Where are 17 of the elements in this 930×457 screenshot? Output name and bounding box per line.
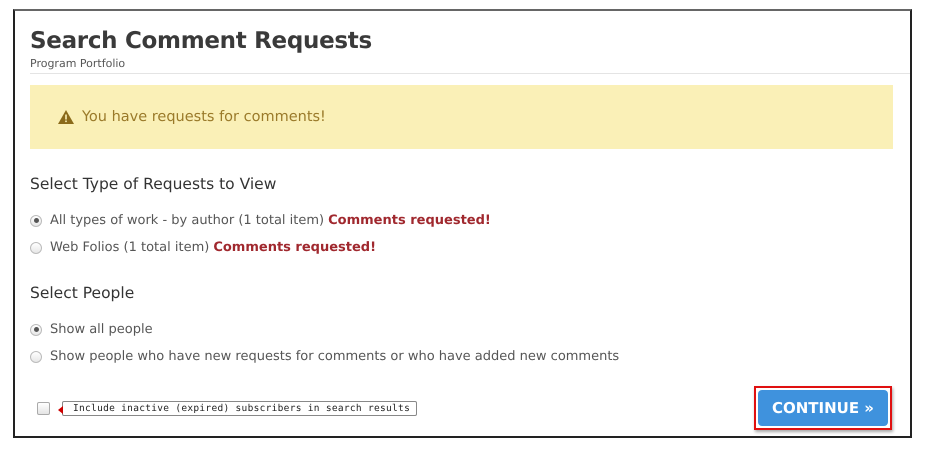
radio-button[interactable] xyxy=(30,350,42,362)
section-heading: Select Type of Requests to View xyxy=(30,175,278,193)
option-label[interactable]: All types of work - by author (1 total item) xyxy=(50,213,324,228)
checkbox[interactable] xyxy=(37,402,50,414)
option-label[interactable]: Show people who have new requests for comments or who have added new comments xyxy=(50,349,620,364)
warning-icon xyxy=(58,110,74,124)
status-note: Comments requested! xyxy=(328,213,491,228)
radio-button[interactable] xyxy=(30,324,42,336)
alert-message: You have requests for comments! xyxy=(82,109,326,125)
section-heading: Select People xyxy=(30,284,136,302)
radio-button[interactable] xyxy=(30,242,42,254)
radio-button[interactable] xyxy=(30,214,42,226)
status-note: Comments requested! xyxy=(213,240,376,255)
option-label[interactable]: Show all people xyxy=(50,322,153,337)
page-subtitle: Program Portfolio xyxy=(30,57,910,74)
option-label[interactable]: Web Folios (1 total item) xyxy=(50,240,210,255)
page-title: Search Comment Requests xyxy=(30,28,373,54)
